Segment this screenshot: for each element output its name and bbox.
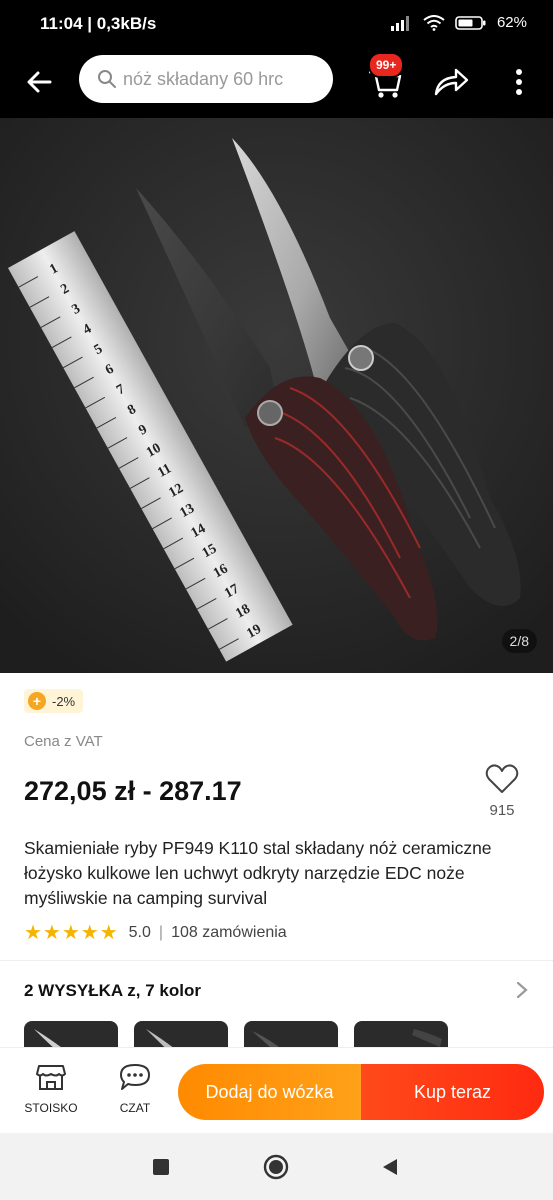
wishlist-count: 915 bbox=[489, 802, 515, 819]
image-counter: 2/8 bbox=[501, 629, 537, 653]
battery-text: 62% bbox=[496, 14, 527, 31]
rating-value: 5.0 bbox=[128, 923, 151, 941]
knife-product-photo: 1 2 3 4 5 6 7 8 9 10 11 12 13 14 15 16 1… bbox=[0, 118, 553, 673]
recent-apps-icon[interactable] bbox=[153, 1159, 169, 1175]
wifi-icon bbox=[423, 14, 445, 31]
status-icons: 62% bbox=[390, 14, 527, 31]
status-bar: 11:04 | 0,3kB/s 62% bbox=[0, 0, 553, 50]
add-to-cart-button[interactable]: Dodaj do wózka bbox=[178, 1064, 361, 1120]
orders-count: 108 zamówienia bbox=[171, 923, 287, 941]
store-label: STOISKO bbox=[24, 1101, 78, 1115]
coin-icon: + bbox=[28, 692, 46, 710]
chat-button[interactable]: CZAT bbox=[104, 1062, 166, 1115]
share-icon[interactable] bbox=[432, 64, 470, 100]
price: 272,05 zł - 287.17 bbox=[24, 776, 242, 806]
chat-label: CZAT bbox=[119, 1101, 151, 1115]
time-text: 11:04 bbox=[40, 14, 83, 33]
buy-now-button[interactable]: Kup teraz bbox=[361, 1064, 544, 1120]
store-button[interactable]: STOISKO bbox=[20, 1062, 82, 1115]
system-nav-bar bbox=[0, 1133, 553, 1200]
discount-text: -2% bbox=[52, 693, 76, 709]
store-icon bbox=[36, 1065, 66, 1090]
chevron-right-icon[interactable] bbox=[514, 980, 530, 1000]
vat-label: Cena z VAT bbox=[24, 733, 103, 750]
divider bbox=[0, 960, 553, 961]
bottom-action-bar: STOISKO CZAT Dodaj do wózka Kup teraz bbox=[0, 1047, 553, 1133]
cart-badge: 99+ bbox=[368, 52, 405, 78]
battery-icon bbox=[455, 15, 486, 30]
status-time: 11:04 | 0,3kB/s bbox=[40, 14, 157, 33]
product-title: Skamieniałe ryby PF949 K110 stal składan… bbox=[24, 838, 492, 908]
rating-row: ★★★★★ 5.0 | 108 zamówienia bbox=[24, 920, 287, 945]
shipping-variants[interactable]: 2 WYSYŁKA z, 7 kolor bbox=[24, 981, 201, 1001]
more-options-icon[interactable] bbox=[508, 64, 530, 100]
rating-stars: ★★★★★ bbox=[24, 922, 119, 944]
rating-separator: | bbox=[158, 923, 164, 941]
signal-icon bbox=[390, 15, 409, 31]
search-input[interactable]: nóż składany 60 hrc bbox=[79, 55, 333, 103]
back-triangle-icon[interactable] bbox=[380, 1157, 400, 1177]
product-image-gallery[interactable]: 1 2 3 4 5 6 7 8 9 10 11 12 13 14 15 16 1… bbox=[0, 118, 553, 673]
search-placeholder: nóż składany 60 hrc bbox=[123, 68, 284, 89]
home-icon[interactable] bbox=[263, 1154, 289, 1180]
search-icon bbox=[98, 70, 116, 88]
chat-icon bbox=[120, 1064, 150, 1090]
heart-icon[interactable] bbox=[484, 763, 520, 795]
back-arrow-icon[interactable] bbox=[22, 64, 58, 100]
discount-badge: + -2% bbox=[24, 689, 84, 713]
speed-text: 0,3kB/s bbox=[96, 14, 157, 33]
top-bar: nóż składany 60 hrc 99+ bbox=[0, 50, 553, 118]
